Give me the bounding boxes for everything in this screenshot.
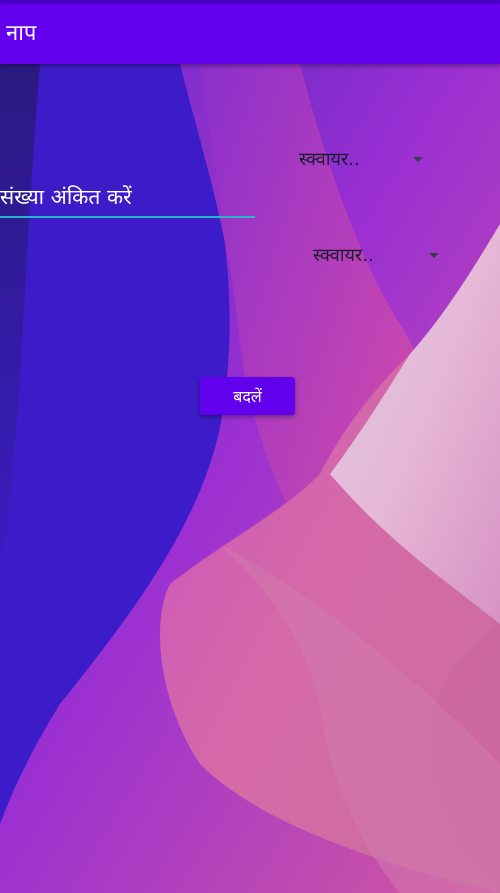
dropdown-caret-icon: [413, 156, 423, 162]
to-unit-selected: स्क्वायर..: [313, 245, 374, 266]
convert-button[interactable]: बदलें: [200, 377, 295, 415]
from-unit-selected: स्क्वायर..: [299, 149, 360, 170]
number-input[interactable]: [0, 178, 255, 216]
app-bar: नाप: [0, 4, 500, 64]
from-unit-dropdown[interactable]: स्क्वायर..: [299, 142, 429, 176]
number-input-field[interactable]: [0, 178, 255, 218]
to-unit-dropdown[interactable]: स्क्वायर..: [313, 238, 445, 272]
converter-form: स्क्वायर.. स्क्वायर.. बदलें: [0, 64, 500, 893]
app-title: नाप: [6, 21, 37, 46]
dropdown-caret-icon: [429, 252, 439, 258]
